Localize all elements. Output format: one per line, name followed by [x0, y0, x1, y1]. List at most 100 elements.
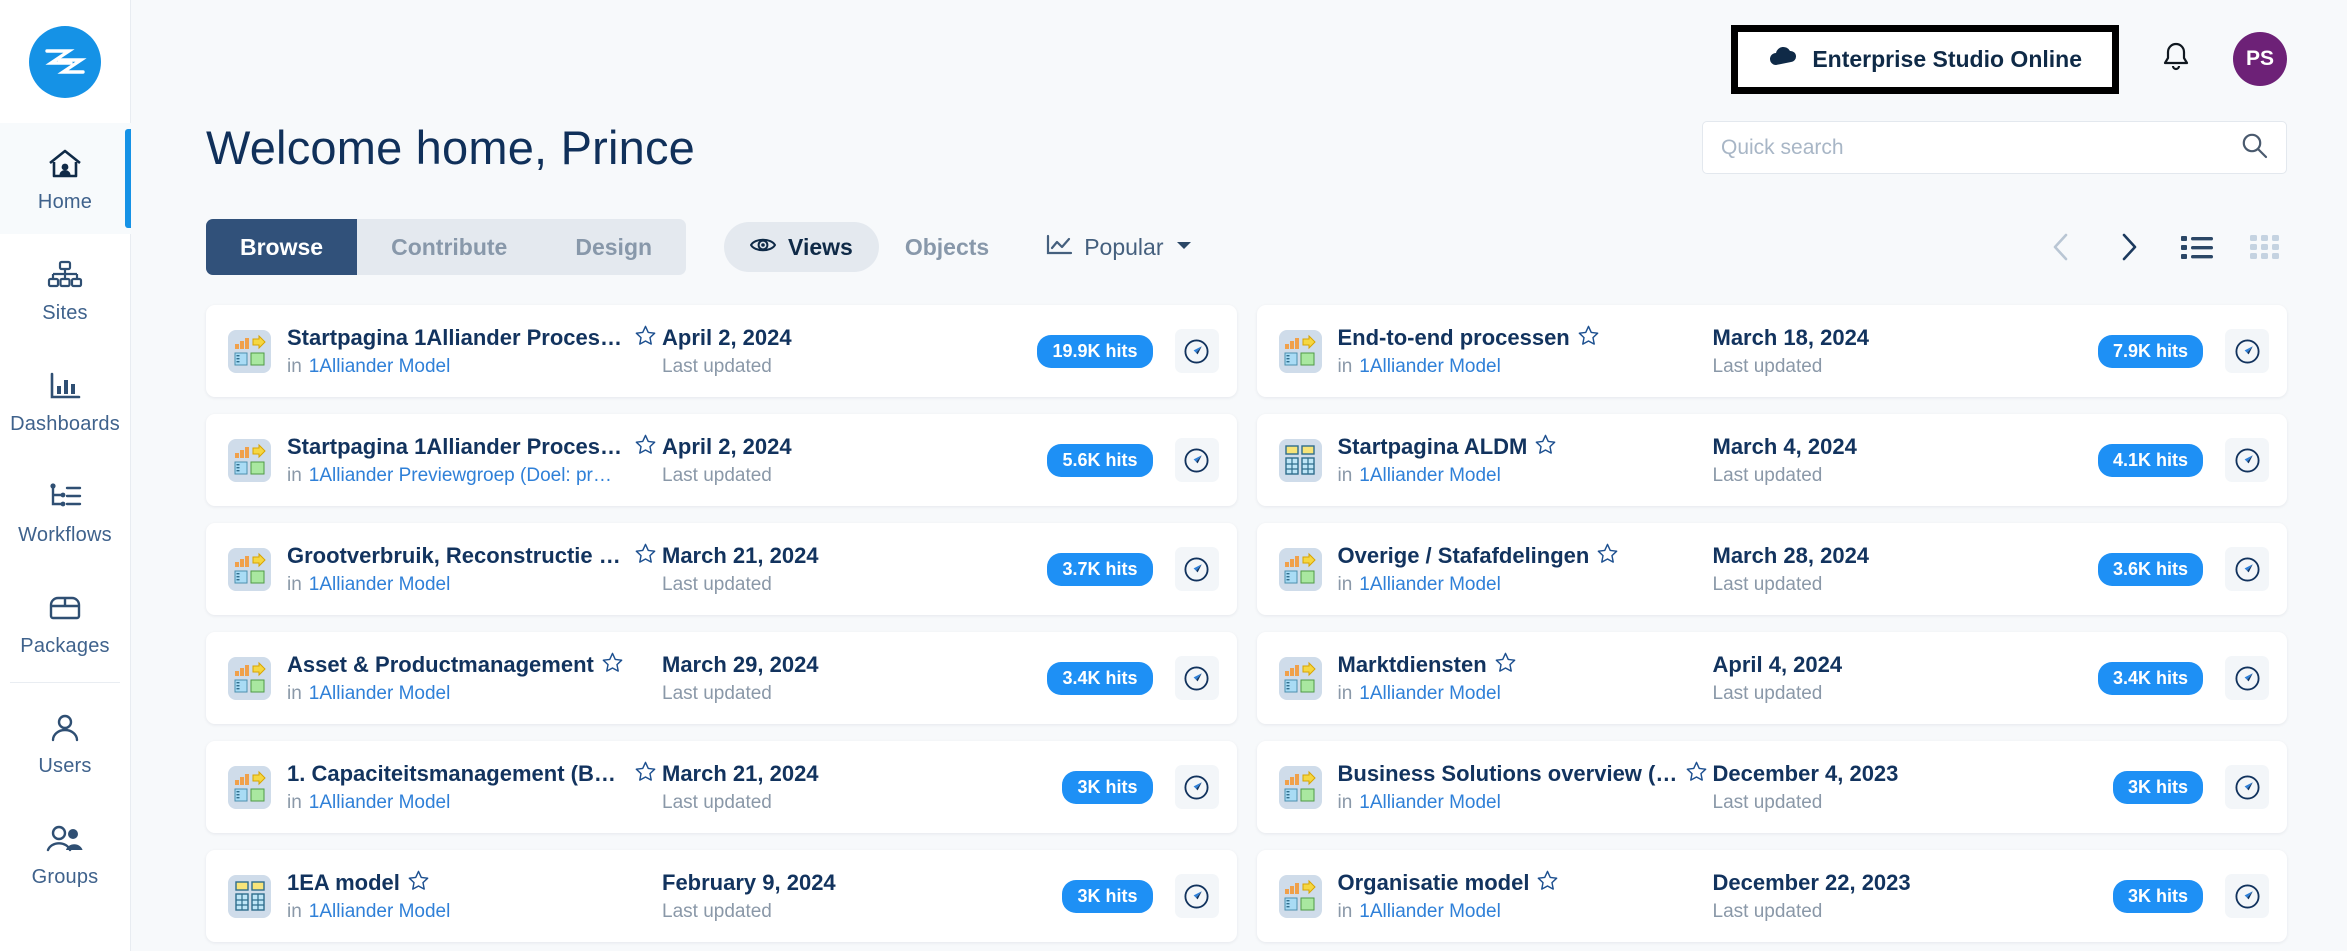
card-text: 1EA model in 1Alliander Model — [287, 870, 662, 923]
star-outline-icon[interactable] — [1535, 434, 1556, 460]
star-outline-icon[interactable] — [1597, 543, 1618, 569]
sidebar-item-workflows[interactable]: Workflows — [0, 456, 131, 567]
card-model-link[interactable]: 1Alliander Model — [1359, 356, 1501, 378]
sidebar-item-label: Sites — [42, 302, 87, 325]
star-outline-icon[interactable] — [408, 870, 429, 896]
navigate-button[interactable] — [1175, 656, 1219, 700]
navigate-button[interactable] — [1175, 547, 1219, 591]
navigate-button[interactable] — [2225, 438, 2269, 482]
sidebar-item-home[interactable]: Home — [0, 123, 131, 234]
avatar[interactable]: PS — [2233, 32, 2287, 86]
star-outline-icon[interactable] — [1495, 652, 1516, 678]
sites-icon — [47, 255, 83, 295]
app-logo[interactable] — [0, 0, 130, 123]
card-text: Startpagina ALDM in 1Alliander Model — [1338, 434, 1713, 487]
navigate-button[interactable] — [1175, 874, 1219, 918]
tab-design[interactable]: Design — [541, 219, 686, 275]
card-item[interactable]: Asset & Productmanagement in 1Alliander … — [206, 632, 1237, 724]
card-item[interactable]: 1. Capaciteitsmanagement (BBN) flow in 1… — [206, 741, 1237, 833]
environment-selector[interactable]: Enterprise Studio Online — [1731, 25, 2119, 94]
navigate-button[interactable] — [1175, 765, 1219, 809]
card-item[interactable]: Marktdiensten in 1Alliander Model April … — [1257, 632, 2288, 724]
card-title: Asset & Productmanagement — [287, 652, 594, 678]
card-model-link[interactable]: 1Alliander Model — [1359, 683, 1501, 705]
card-date-value: April 2, 2024 — [662, 434, 992, 460]
star-outline-icon[interactable] — [1578, 325, 1599, 351]
card-text: End-to-end processen in 1Alliander Model — [1338, 325, 1713, 378]
card-model-link[interactable]: 1Alliander Model — [1359, 465, 1501, 487]
trend-icon — [1045, 234, 1073, 261]
card-date-value: March 28, 2024 — [1713, 543, 2043, 569]
data-model-icon — [1279, 439, 1322, 482]
card-updated-label: Last updated — [1713, 901, 2043, 923]
card-model-link[interactable]: 1Alliander Model — [309, 356, 451, 378]
grid-view-button[interactable] — [2243, 225, 2287, 269]
navigate-button[interactable] — [1175, 438, 1219, 482]
card-model-link[interactable]: 1Alliander Model — [309, 792, 451, 814]
card-date-value: April 2, 2024 — [662, 325, 992, 351]
card-updated-label: Last updated — [662, 683, 992, 705]
process-model-icon — [232, 769, 268, 805]
search-input[interactable] — [1721, 136, 2241, 160]
card-updated-label: Last updated — [1713, 574, 2043, 596]
card-item[interactable]: 1EA model in 1Alliander Model February 9… — [206, 850, 1237, 942]
process-model-icon — [232, 333, 268, 369]
star-outline-icon[interactable] — [602, 652, 623, 678]
sidebar-item-groups[interactable]: Groups — [0, 798, 131, 909]
card-item[interactable]: Overige / Stafafdelingen in 1Alliander M… — [1257, 523, 2288, 615]
navigate-button[interactable] — [2225, 874, 2269, 918]
navigate-button[interactable] — [2225, 547, 2269, 591]
star-outline-icon[interactable] — [635, 543, 656, 569]
navigate-button[interactable] — [2225, 329, 2269, 373]
environment-label: Enterprise Studio Online — [1812, 46, 2082, 73]
sidebar-item-users[interactable]: Users — [0, 687, 131, 798]
grid-view-icon — [2249, 233, 2281, 261]
sidebar-item-label: Groups — [32, 866, 99, 889]
card-item[interactable]: Organisatie model in 1Alliander Model De… — [1257, 850, 2288, 942]
search-icon[interactable] — [2241, 132, 2268, 164]
navigate-button[interactable] — [2225, 765, 2269, 809]
logo-badge — [29, 26, 101, 98]
card-date: April 4, 2024 Last updated — [1713, 652, 2043, 705]
prev-page-button[interactable] — [2039, 225, 2083, 269]
card-item[interactable]: Startpagina 1Alliander Procesmodel in 1A… — [206, 414, 1237, 506]
card-model-link[interactable]: 1Alliander Previewgroep (Doel: procesbeh… — [309, 465, 621, 487]
card-model-link[interactable]: 1Alliander Model — [309, 574, 451, 596]
card-model-link[interactable]: 1Alliander Model — [1359, 792, 1501, 814]
star-outline-icon[interactable] — [635, 434, 656, 460]
card-item[interactable]: Business Solutions overview (oud) in 1Al… — [1257, 741, 2288, 833]
navigate-button[interactable] — [1175, 329, 1219, 373]
card-model-link[interactable]: 1Alliander Model — [309, 901, 451, 923]
card-item[interactable]: Startpagina ALDM in 1Alliander Model Mar… — [1257, 414, 2288, 506]
sidebar-item-sites[interactable]: Sites — [0, 234, 131, 345]
star-outline-icon[interactable] — [635, 761, 656, 787]
card-model-link[interactable]: 1Alliander Model — [309, 683, 451, 705]
card-item[interactable]: End-to-end processen in 1Alliander Model… — [1257, 305, 2288, 397]
tab-browse[interactable]: Browse — [206, 219, 357, 275]
sidebar-item-packages[interactable]: Packages — [0, 567, 131, 678]
tab-views[interactable]: Views — [724, 222, 879, 272]
card-updated-label: Last updated — [662, 901, 992, 923]
navigate-button[interactable] — [2225, 656, 2269, 700]
sidebar-item-dashboards[interactable]: Dashboards — [0, 345, 131, 456]
card-text: Organisatie model in 1Alliander Model — [1338, 870, 1713, 923]
card-model-link[interactable]: 1Alliander Model — [1359, 574, 1501, 596]
sort-selector[interactable]: Popular — [1045, 234, 1192, 261]
card-title: 1EA model — [287, 870, 400, 896]
next-page-button[interactable] — [2107, 225, 2151, 269]
star-outline-icon[interactable] — [1537, 870, 1558, 896]
tab-objects[interactable]: Objects — [879, 222, 1015, 272]
star-outline-icon[interactable] — [1686, 761, 1707, 787]
mode-tabs: Browse Contribute Design — [206, 219, 686, 275]
card-item[interactable]: Startpagina 1Alliander Procesmodel in 1A… — [206, 305, 1237, 397]
card-in-label: in — [287, 792, 302, 814]
top-bar: Enterprise Studio Online PS — [131, 0, 2347, 118]
list-view-button[interactable] — [2175, 225, 2219, 269]
card-title: Startpagina ALDM — [1338, 434, 1528, 460]
search-box[interactable] — [1702, 121, 2287, 174]
star-outline-icon[interactable] — [635, 325, 656, 351]
card-model-link[interactable]: 1Alliander Model — [1359, 901, 1501, 923]
tab-contribute[interactable]: Contribute — [357, 219, 541, 275]
card-item[interactable]: Grootverbruik, Reconstructie & Netten in… — [206, 523, 1237, 615]
notifications-button[interactable] — [2149, 32, 2203, 86]
